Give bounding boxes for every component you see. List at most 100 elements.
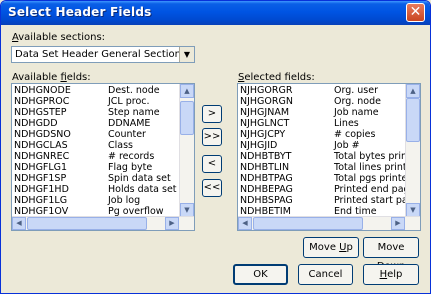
scroll-thumb[interactable] xyxy=(406,98,420,142)
scroll-thumb[interactable] xyxy=(180,101,194,135)
list-item[interactable]: NJHGJID Job # xyxy=(238,140,405,151)
field-description: Job log xyxy=(108,195,141,206)
field-description: Printed end page xyxy=(334,184,405,195)
close-button[interactable]: ✕ xyxy=(406,3,425,22)
field-code: NDHGF1LG xyxy=(14,195,68,206)
list-item[interactable]: NJHGORGN Org. node xyxy=(238,96,405,107)
field-code: NDHGF1SP xyxy=(14,173,67,184)
remove-all-fields-button[interactable]: << xyxy=(202,179,222,197)
field-code: NDHGDD xyxy=(14,118,58,129)
available-fields-list[interactable]: NDHGNODE Dest. node NDHGPROC JCL proc. NDHGS… xyxy=(11,83,195,231)
move-up-button[interactable]: Move Up xyxy=(303,237,359,258)
field-code: NDHGPROC xyxy=(14,96,70,107)
move-down-button[interactable]: Move Down xyxy=(363,237,419,272)
list-item[interactable]: NDHGPROC JCL proc. xyxy=(12,96,179,107)
field-description: Counter xyxy=(108,129,146,140)
available-fields-hscrollbar[interactable]: ◀ ▶ xyxy=(12,216,194,230)
field-description: Flag byte xyxy=(108,162,153,173)
field-code: NJHGJNAM xyxy=(240,107,290,118)
scroll-up-icon[interactable]: ▲ xyxy=(180,84,194,98)
scroll-down-icon[interactable]: ▼ xyxy=(406,203,420,217)
field-code: NJHGORGR xyxy=(240,85,293,96)
scroll-right-icon[interactable]: ▶ xyxy=(165,217,179,230)
field-description: JCL proc. xyxy=(108,96,150,107)
list-item[interactable]: NJHGORGR Org. user xyxy=(238,85,405,96)
available-fields-vscrollbar[interactable]: ▲ ▼ xyxy=(179,84,194,217)
field-description: Step name xyxy=(108,107,160,118)
cancel-button[interactable]: Cancel xyxy=(298,264,353,285)
field-code: NDHGFLG1 xyxy=(14,162,68,173)
field-description: # copies xyxy=(334,129,376,140)
scroll-thumb[interactable] xyxy=(253,217,363,230)
field-code: NJHGJID xyxy=(240,140,278,151)
scroll-left-icon[interactable]: ◀ xyxy=(238,217,252,230)
list-item[interactable]: NDHBSPAG Printed start page xyxy=(238,195,405,206)
help-button[interactable]: Help xyxy=(363,264,419,285)
list-item[interactable]: NDHGNODE Dest. node xyxy=(12,85,179,96)
field-description: Total lines printed xyxy=(334,162,405,173)
list-item[interactable]: NDHGDSNO Counter xyxy=(12,129,179,140)
field-code: NDHBTLIN xyxy=(240,162,290,173)
sections-dropdown-value: Data Set Header General Section xyxy=(15,49,181,60)
field-code: NJHGJCPY xyxy=(240,129,286,140)
list-item[interactable]: NDHBTBYT Total bytes printed xyxy=(238,151,405,162)
field-code: NDHGNREC xyxy=(14,151,70,162)
remove-field-button[interactable]: < xyxy=(202,155,222,173)
field-description: Holds data set xyxy=(108,184,177,195)
list-item[interactable]: NDHBTLIN Total lines printed xyxy=(238,162,405,173)
list-item[interactable]: NDHBEPAG Printed end page xyxy=(238,184,405,195)
field-description: Total pgs printed xyxy=(334,173,405,184)
field-description: Printed start page xyxy=(334,195,405,206)
available-fields-rows: NDHGNODE Dest. node NDHGPROC JCL proc. NDHGS… xyxy=(12,85,179,217)
scroll-left-icon[interactable]: ◀ xyxy=(12,217,26,230)
add-field-button[interactable]: > xyxy=(202,105,222,123)
field-description: Lines xyxy=(334,118,359,129)
chevron-down-icon[interactable]: ▼ xyxy=(179,47,194,62)
selected-fields-vscrollbar[interactable]: ▲ ▼ xyxy=(405,84,420,217)
field-code: NDHBTPAG xyxy=(240,173,293,184)
list-item[interactable]: NDHGF1SP Spin data set xyxy=(12,173,179,184)
field-description: DDNAME xyxy=(108,118,151,129)
window-title: Select Header Fields xyxy=(8,5,152,19)
field-description: Spin data set xyxy=(108,173,171,184)
field-code: NDHBTBYT xyxy=(240,151,292,162)
select-header-fields-dialog: Select Header Fields ✕ Available section… xyxy=(0,0,431,294)
selected-fields-list[interactable]: NJHGORGR Org. user NJHGORGN Org. node NJHGJN… xyxy=(237,83,421,231)
available-fields-label: Available fields: xyxy=(12,72,91,83)
field-description: Org. user xyxy=(334,85,379,96)
list-item[interactable]: NDHGSTEP Step name xyxy=(12,107,179,118)
field-code: NDHGSTEP xyxy=(14,107,67,118)
scroll-thumb[interactable] xyxy=(27,217,147,230)
list-item[interactable]: NJHGLNCT Lines xyxy=(238,118,405,129)
list-item[interactable]: NJHGJCPY # copies xyxy=(238,129,405,140)
list-item[interactable]: NDHGNREC # records xyxy=(12,151,179,162)
scroll-up-icon[interactable]: ▲ xyxy=(406,84,420,98)
list-item[interactable]: NJHGJNAM Job name xyxy=(238,107,405,118)
selected-fields-rows: NJHGORGR Org. user NJHGORGN Org. node NJHGJN… xyxy=(238,85,405,217)
field-code: NDHBSPAG xyxy=(240,195,293,206)
list-item[interactable]: NDHBTPAG Total pgs printed xyxy=(238,173,405,184)
field-code: NDHBEPAG xyxy=(240,184,293,195)
field-description: Job # xyxy=(334,140,360,151)
sections-dropdown[interactable]: Data Set Header General Section ▼ xyxy=(11,46,195,63)
title-bar[interactable]: Select Header Fields ✕ xyxy=(1,1,430,25)
selected-fields-hscrollbar[interactable]: ◀ ▶ xyxy=(238,216,420,230)
field-description: Class xyxy=(108,140,133,151)
ok-button[interactable]: OK xyxy=(233,264,288,285)
scroll-right-icon[interactable]: ▶ xyxy=(391,217,405,230)
scroll-down-icon[interactable]: ▼ xyxy=(180,203,194,217)
field-code: NDHGF1HD xyxy=(14,184,69,195)
available-sections-label: Available sections: xyxy=(12,32,106,43)
add-all-fields-button[interactable]: >> xyxy=(202,128,222,146)
field-code: NDHGDSNO xyxy=(14,129,71,140)
field-description: # records xyxy=(108,151,155,162)
list-item[interactable]: NDHGFLG1 Flag byte xyxy=(12,162,179,173)
field-code: NDHGNODE xyxy=(14,85,71,96)
list-item[interactable]: NDHGF1LG Job log xyxy=(12,195,179,206)
list-item[interactable]: NDHGCLAS Class xyxy=(12,140,179,151)
list-item[interactable]: NDHGF1HD Holds data set xyxy=(12,184,179,195)
list-item[interactable]: NDHGDD DDNAME xyxy=(12,118,179,129)
field-description: Org. node xyxy=(334,96,381,107)
field-description: Total bytes printed xyxy=(334,151,405,162)
field-description: Job name xyxy=(334,107,379,118)
